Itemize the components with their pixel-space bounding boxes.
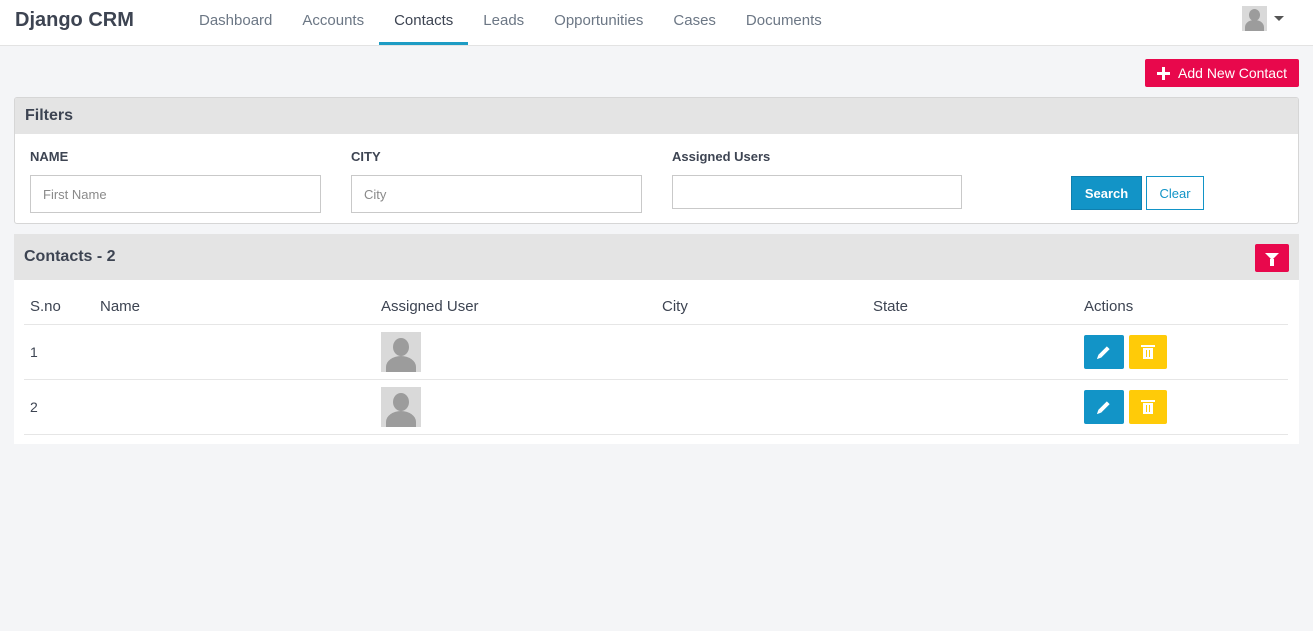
- top-navbar: Django CRM Dashboard Accounts Contacts L…: [0, 0, 1313, 46]
- row-state: [867, 324, 1078, 380]
- column-header-city: City: [656, 290, 867, 325]
- main-nav: Dashboard Accounts Contacts Leads Opport…: [184, 0, 837, 45]
- row-actions: [1078, 324, 1288, 380]
- pencil-icon: [1098, 400, 1110, 413]
- row-name[interactable]: [94, 379, 375, 435]
- nav-item-cases[interactable]: Cases: [658, 0, 731, 45]
- city-filter-input[interactable]: [351, 175, 642, 213]
- delete-button[interactable]: [1129, 389, 1167, 424]
- nav-item-opportunities[interactable]: Opportunities: [539, 0, 658, 45]
- assigned-users-label: Assigned Users: [672, 149, 771, 164]
- row-assigned-user: [375, 379, 656, 435]
- edit-button[interactable]: [1084, 389, 1124, 424]
- name-filter-label: NAME: [30, 149, 69, 164]
- row-city: [656, 379, 867, 435]
- contacts-table: S.no Name Assigned User City State Actio…: [24, 290, 1288, 435]
- nav-item-dashboard[interactable]: Dashboard: [184, 0, 287, 45]
- brand-logo[interactable]: Django CRM: [15, 9, 134, 32]
- table-row: 2: [24, 379, 1288, 435]
- table-row: 1: [24, 324, 1288, 380]
- nav-item-leads[interactable]: Leads: [468, 0, 539, 45]
- column-header-sno: S.no: [24, 290, 94, 325]
- filters-panel: Filters NAME CITY Assigned Users Search …: [14, 97, 1299, 224]
- trash-icon: [1141, 399, 1155, 414]
- nav-item-accounts[interactable]: Accounts: [287, 0, 379, 45]
- row-city: [656, 324, 867, 380]
- column-header-state: State: [867, 290, 1078, 325]
- city-filter-label: CITY: [351, 149, 381, 164]
- search-button[interactable]: Search: [1071, 176, 1142, 210]
- filter-icon: [1265, 252, 1279, 266]
- assigned-user-avatar-icon: [381, 331, 421, 372]
- pencil-icon: [1098, 345, 1110, 358]
- assigned-user-avatar-icon: [381, 386, 421, 427]
- name-filter-input[interactable]: [30, 175, 321, 213]
- user-menu[interactable]: [1242, 6, 1284, 31]
- user-avatar-icon: [1242, 6, 1267, 31]
- plus-icon: [1157, 66, 1171, 80]
- row-sno: 2: [24, 379, 94, 435]
- filters-title: Filters: [15, 98, 1298, 134]
- add-new-contact-button[interactable]: Add New Contact: [1145, 59, 1299, 87]
- contacts-panel: Contacts - 2 S.no Name Assigned User Cit…: [14, 234, 1299, 444]
- row-sno: 1: [24, 324, 94, 380]
- add-new-contact-label: Add New Contact: [1178, 65, 1287, 81]
- contacts-header: Contacts - 2: [14, 234, 1299, 280]
- column-header-assigned-user: Assigned User: [375, 290, 656, 325]
- caret-down-icon: [1274, 16, 1284, 21]
- assigned-users-select[interactable]: [672, 175, 962, 209]
- row-state: [867, 379, 1078, 435]
- delete-button[interactable]: [1129, 334, 1167, 369]
- row-actions: [1078, 379, 1288, 435]
- clear-button[interactable]: Clear: [1146, 176, 1204, 210]
- trash-icon: [1141, 344, 1155, 359]
- nav-item-contacts[interactable]: Contacts: [379, 0, 469, 45]
- row-assigned-user: [375, 324, 656, 380]
- column-header-actions: Actions: [1078, 290, 1288, 325]
- table-header-row: S.no Name Assigned User City State Actio…: [24, 290, 1288, 325]
- edit-button[interactable]: [1084, 334, 1124, 369]
- nav-item-documents[interactable]: Documents: [731, 0, 837, 45]
- row-name[interactable]: [94, 324, 375, 380]
- column-header-name[interactable]: Name: [94, 290, 375, 325]
- toggle-filters-button[interactable]: [1255, 244, 1289, 272]
- contacts-title: Contacts - 2: [24, 248, 116, 265]
